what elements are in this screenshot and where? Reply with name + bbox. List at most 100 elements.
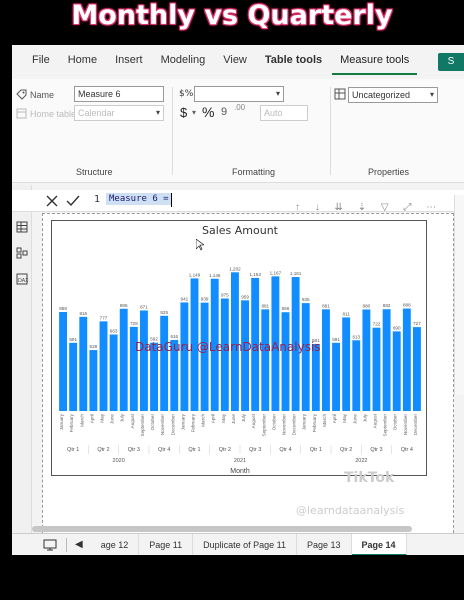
data-label: 825 xyxy=(160,310,168,315)
visual-header-icons[interactable]: ↑ ↓ ⇊ ⇣ ▽ ⤢ ⋯ xyxy=(295,202,442,213)
data-label: 882 xyxy=(383,303,391,308)
bar[interactable] xyxy=(69,342,78,411)
fit-page-icon[interactable] xyxy=(42,539,58,551)
bar[interactable] xyxy=(241,300,249,411)
month-tick-label: September xyxy=(261,414,266,437)
data-category-select[interactable]: Uncategorized ▾ xyxy=(348,87,438,103)
tab-view[interactable]: View xyxy=(215,45,255,75)
page-tab-duplicate-11[interactable]: Duplicate of Page 11 xyxy=(193,533,297,555)
page-tab-12[interactable]: age 12 xyxy=(91,533,140,555)
month-tick-label: March xyxy=(79,414,84,427)
bar[interactable] xyxy=(140,310,148,412)
month-tick-label: April xyxy=(89,414,94,423)
divider xyxy=(66,537,67,552)
data-label: 941 xyxy=(181,296,189,301)
tab-home[interactable]: Home xyxy=(60,45,105,75)
page-tabs: ◀ age 12 Page 11 Duplicate of Page 11 Pa… xyxy=(12,533,464,555)
bar[interactable] xyxy=(342,317,351,411)
bar[interactable] xyxy=(160,315,169,411)
data-label: 663 xyxy=(110,329,118,334)
data-label: 616 xyxy=(170,334,178,339)
bar[interactable] xyxy=(352,340,361,411)
bar[interactable] xyxy=(79,316,88,411)
bar[interactable] xyxy=(180,302,189,411)
tab-measure-tools[interactable]: Measure tools xyxy=(332,45,418,75)
percent-button[interactable]: % xyxy=(202,104,214,120)
data-label: 690 xyxy=(393,325,401,330)
formula-input[interactable]: Measure 6 = xyxy=(106,193,172,205)
decimal-places-input[interactable]: Auto xyxy=(260,105,308,121)
bar[interactable] xyxy=(311,343,320,411)
bar[interactable] xyxy=(281,312,290,411)
structure-group-label: Structure xyxy=(76,167,113,177)
divider xyxy=(330,87,331,175)
comma-button[interactable]: 9 xyxy=(221,106,227,118)
mouse-cursor-icon xyxy=(196,239,204,251)
name-label: Name xyxy=(30,90,55,100)
data-label: 1,153 xyxy=(249,272,261,277)
bar[interactable] xyxy=(109,334,118,412)
bar[interactable] xyxy=(332,342,340,411)
bar[interactable] xyxy=(99,321,108,411)
currency-button[interactable]: $ xyxy=(180,105,187,120)
screen: Monthly vs Quarterly File Home Insert Mo… xyxy=(0,0,464,600)
data-label: 881 xyxy=(322,303,330,308)
bar[interactable] xyxy=(59,312,67,411)
x-axis-label: Month xyxy=(230,468,250,475)
measure-name-input[interactable]: Measure 6 xyxy=(74,86,164,102)
bar[interactable] xyxy=(402,308,411,411)
share-button[interactable]: S xyxy=(438,53,464,71)
prev-page-icon[interactable]: ◀ xyxy=(75,539,83,550)
bar[interactable] xyxy=(220,298,229,412)
bar[interactable] xyxy=(392,331,401,411)
bar[interactable] xyxy=(301,303,310,411)
data-label: 975 xyxy=(221,293,229,298)
bar[interactable] xyxy=(413,327,421,411)
filters-pane-collapsed[interactable] xyxy=(454,195,464,395)
category-value: Uncategorized xyxy=(352,90,411,100)
commit-formula-icon[interactable] xyxy=(66,195,80,207)
year-tick-label: 2021 xyxy=(234,458,246,464)
tab-table-tools[interactable]: Table tools xyxy=(257,45,330,75)
month-tick-label: August xyxy=(251,413,256,428)
month-tick-label: June xyxy=(110,414,115,424)
table-view-icon[interactable] xyxy=(16,221,28,233)
svg-text:DAX: DAX xyxy=(18,278,28,284)
data-label: 777 xyxy=(100,315,108,320)
svg-text:$%: $% xyxy=(179,89,193,99)
page-tab-14[interactable]: Page 14 xyxy=(351,533,407,555)
formula-line-number: 1 xyxy=(94,194,101,205)
report-canvas[interactable]: ↑ ↓ ⇊ ⇣ ▽ ⤢ ⋯ Sales Amount 858 January 591… xyxy=(42,202,454,543)
properties-group-label: Properties xyxy=(368,167,410,177)
dax-query-view-icon[interactable]: DAX xyxy=(16,273,28,285)
tab-modeling[interactable]: Modeling xyxy=(153,45,214,75)
bar[interactable] xyxy=(382,309,391,411)
text-cursor xyxy=(171,193,172,207)
bar[interactable] xyxy=(322,309,330,411)
model-view-icon[interactable] xyxy=(16,247,28,259)
decimal-increase-button[interactable]: .00 xyxy=(234,103,245,112)
format-icon: $% xyxy=(179,89,193,99)
quarter-tick-label: Qtr 2 xyxy=(340,447,352,453)
bar[interactable] xyxy=(119,308,128,411)
month-tick-label: April xyxy=(211,414,216,423)
format-select[interactable]: ▾ xyxy=(194,86,284,102)
bar[interactable] xyxy=(261,309,270,411)
data-label: 811 xyxy=(343,311,351,316)
tab-insert[interactable]: Insert xyxy=(107,45,151,75)
bar[interactable] xyxy=(89,350,98,411)
chevron-down-icon[interactable]: ▾ xyxy=(192,108,196,117)
data-label: 939 xyxy=(201,297,209,302)
bar[interactable] xyxy=(200,302,209,411)
month-tick-label: December xyxy=(292,414,297,436)
page-tab-13[interactable]: Page 13 xyxy=(297,533,352,555)
page-tab-11[interactable]: Page 11 xyxy=(139,533,194,555)
bar[interactable] xyxy=(362,309,371,411)
bar[interactable] xyxy=(372,327,381,411)
data-label: 886 xyxy=(120,303,128,308)
tab-file[interactable]: File xyxy=(24,45,58,75)
horizontal-scrollbar[interactable] xyxy=(32,526,412,532)
cancel-formula-icon[interactable] xyxy=(46,195,58,207)
month-tick-label: June xyxy=(352,414,357,424)
chevron-down-icon: ▾ xyxy=(429,90,434,99)
